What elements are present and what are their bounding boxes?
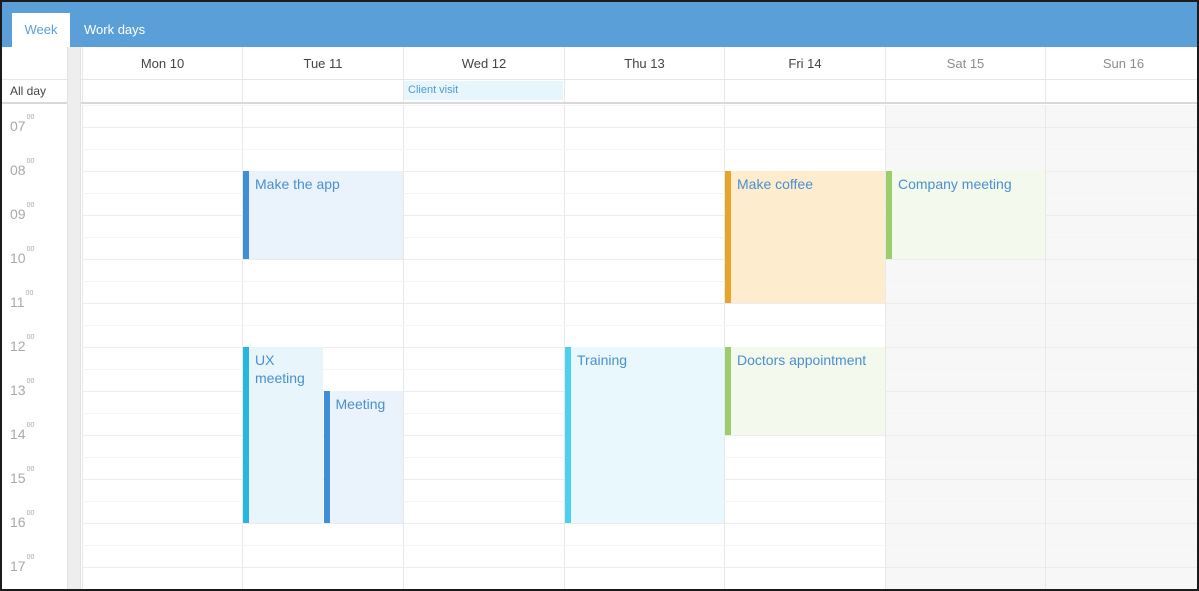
time-grid: 0700 0800 0900 1000 1100 1200 1300 1400 1500 1600… — [2, 105, 1199, 590]
hour-label: 0700 — [10, 114, 35, 134]
all-day-cell[interactable] — [242, 80, 403, 102]
hour-label: 0900 — [10, 202, 35, 222]
hour-label: 1500 — [10, 466, 35, 486]
all-day-cell[interactable] — [724, 80, 885, 102]
event-color-bar — [565, 347, 571, 523]
all-day-label: All day — [10, 84, 47, 98]
event-color-bar — [725, 171, 731, 303]
hour-label: 1600 — [10, 510, 35, 530]
hour-label: 1200 — [10, 334, 35, 354]
day-header[interactable]: Fri 14 — [724, 47, 885, 80]
day-header[interactable]: Mon 10 — [82, 47, 242, 80]
event-title: Make the app — [255, 176, 340, 192]
toolbar: Week Work days — [2, 2, 1197, 47]
day-header[interactable]: Sun 16 — [1045, 47, 1197, 80]
event-title: Make coffee — [737, 176, 814, 192]
calendar-event[interactable]: Training — [565, 347, 724, 523]
calendar-event[interactable]: Make the app — [243, 171, 403, 259]
event-color-bar — [725, 347, 731, 435]
all-day-cell[interactable] — [885, 80, 1045, 102]
day-header[interactable]: Tue 11 — [242, 47, 403, 80]
hour-label: 1100 — [10, 290, 34, 310]
calendar-event[interactable]: Company meeting — [886, 171, 1045, 259]
hour-label: 1300 — [10, 378, 35, 398]
event-color-bar — [243, 347, 249, 523]
grid-line — [82, 545, 1197, 546]
event-color-bar — [323, 391, 330, 523]
grid-line — [82, 149, 1197, 150]
grid-line — [82, 303, 1197, 304]
calendar-event[interactable]: Make coffee — [725, 171, 885, 303]
event-title: Meeting — [335, 396, 386, 412]
calendar-event[interactable]: UX meeting — [243, 347, 323, 523]
calendar-event[interactable]: Doctors appointment — [725, 347, 885, 435]
calendar-event[interactable]: Meeting — [323, 391, 403, 523]
event-title: UX meeting — [255, 352, 305, 386]
hour-label: 1400 — [10, 422, 35, 442]
all-day-cell[interactable] — [1045, 80, 1197, 102]
calendar-frame: Week Work days Mon 10 Tue 11 Wed 12 Thu 13 F… — [0, 0, 1199, 591]
day-column[interactable] — [1045, 105, 1197, 589]
all-day-event[interactable]: Client visit — [404, 81, 563, 100]
day-column[interactable] — [82, 105, 242, 589]
grid-line — [82, 281, 1197, 282]
tab-work-days[interactable]: Work days — [72, 13, 157, 47]
day-column[interactable] — [403, 105, 564, 589]
grid-line — [82, 523, 1197, 524]
day-header[interactable]: Sat 15 — [885, 47, 1045, 80]
day-header-row: Mon 10 Tue 11 Wed 12 Thu 13 Fri 14 Sat 15 Sun … — [2, 47, 1197, 80]
grid-line — [82, 259, 1197, 260]
hour-label: 1000 — [10, 246, 35, 266]
all-day-row: All day Client visit — [2, 80, 1197, 104]
hour-label: 0800 — [10, 158, 35, 178]
time-gutter-divider — [67, 47, 81, 589]
grid-line — [82, 325, 1197, 326]
grid-line — [82, 105, 1197, 106]
grid-line — [82, 589, 1199, 590]
event-title: Company meeting — [898, 176, 1012, 192]
grid-line — [82, 127, 1197, 128]
day-header[interactable]: Wed 12 — [403, 47, 564, 80]
event-title: Doctors appointment — [737, 352, 867, 368]
event-color-bar — [886, 171, 892, 259]
event-title: Training — [577, 352, 628, 368]
all-day-cell[interactable] — [564, 80, 724, 102]
event-color-bar — [243, 171, 249, 259]
tab-week[interactable]: Week — [12, 13, 70, 47]
hour-label: 1700 — [10, 554, 35, 574]
grid-line — [82, 567, 1197, 568]
day-header[interactable]: Thu 13 — [564, 47, 724, 80]
all-day-cell[interactable] — [82, 80, 242, 102]
